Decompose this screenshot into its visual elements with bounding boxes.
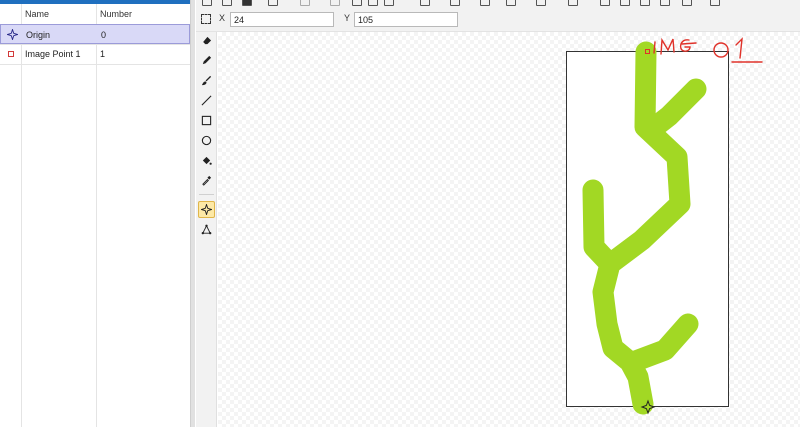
eyedropper-tool-button[interactable] [198,172,215,189]
coordinate-bar: X Y [196,8,800,32]
main-toolbar [196,0,800,8]
point-name: Origin [26,30,51,40]
view-icon[interactable] [682,0,692,6]
redo-icon[interactable] [330,0,340,6]
zoom-fit-icon[interactable] [640,0,650,6]
column-header-name[interactable]: Name [25,4,49,24]
point-number: 0 [101,30,107,40]
resize-icon[interactable] [568,0,578,6]
grid-line [21,4,22,427]
drawing-tool-strip [196,32,217,427]
origin-marker-icon [5,25,19,45]
image-canvas[interactable] [218,32,800,427]
paste-icon[interactable] [384,0,394,6]
y-coordinate-input[interactable] [354,12,458,27]
line-tool-button[interactable] [198,92,215,109]
zoom-icon[interactable] [600,0,610,6]
crop-icon[interactable] [420,0,430,6]
point-number: 1 [100,49,106,59]
export-icon[interactable] [268,0,278,6]
triangle-points-tool-button[interactable] [198,221,215,238]
flip-icon[interactable] [450,0,460,6]
open-file-icon[interactable] [222,0,232,6]
save-icon[interactable] [242,0,252,6]
y-label: Y [344,13,351,23]
fill-bucket-icon [202,156,212,165]
grid-line [0,64,191,65]
zoom-out-icon[interactable] [620,0,630,6]
image-point-square-icon [4,44,18,64]
point-marker-icon [201,204,212,215]
rotate-left-icon[interactable] [480,0,490,6]
brush-tool-button[interactable] [198,72,215,89]
point-name: Image Point 1 [25,49,81,59]
selection-rectangle-icon[interactable] [201,14,211,24]
copy-icon[interactable] [368,0,378,6]
pencil-icon [202,55,212,65]
ellipse-icon [201,135,212,146]
point-marker-tool-button[interactable] [198,201,215,218]
rotate-right-icon[interactable] [506,0,516,6]
eraser-icon [202,36,212,45]
canvas-drawing [566,37,763,415]
tool-separator [199,194,214,195]
table-row[interactable]: Origin 0 [0,24,190,44]
triangle-points-icon [201,224,212,235]
column-header-number[interactable]: Number [100,4,132,24]
pencil-tool-button[interactable] [198,52,215,69]
point-list-panel: Name Number Origin 0 Image Point 1 1 [0,0,191,427]
brush-icon [201,75,212,86]
grid-icon[interactable] [710,0,720,6]
undo-icon[interactable] [300,0,310,6]
fill-tool-button[interactable] [198,152,215,169]
x-coordinate-input[interactable] [230,12,334,27]
line-icon [201,95,212,106]
grid-line [96,4,97,427]
align-icon[interactable] [536,0,546,6]
rectangle-icon [201,115,212,126]
new-file-icon[interactable] [202,0,212,6]
rectangle-tool-button[interactable] [198,112,215,129]
panel-splitter[interactable] [190,0,195,427]
cut-icon[interactable] [352,0,362,6]
table-row[interactable]: Image Point 1 1 [0,44,190,64]
eraser-tool-button[interactable] [198,32,215,49]
ellipse-tool-button[interactable] [198,132,215,149]
zoom-actual-icon[interactable] [660,0,670,6]
x-label: X [219,13,226,23]
eyedropper-icon [202,175,212,186]
